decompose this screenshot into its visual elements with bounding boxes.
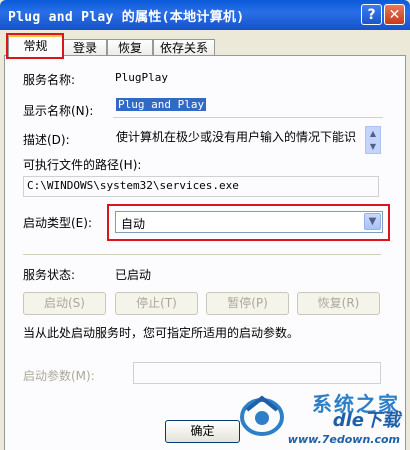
- startup-type-label: 启动类型(E):: [23, 216, 92, 230]
- close-icon: ✕: [388, 6, 401, 23]
- description-value: 使计算机在极少或没有用户输入的情况下能识: [116, 130, 357, 144]
- stop-button[interactable]: 停止(T): [115, 292, 198, 315]
- watermark: 系统之家 dle下载 www.7edown.com: [229, 388, 404, 446]
- watermark-brand2: dle下载: [332, 410, 400, 431]
- exe-path-field: C:\WINDOWS\system32\services.exe: [23, 176, 379, 197]
- start-params-hint: 当从此处启动服务时，您可指定所适用的启动参数。: [23, 326, 300, 340]
- description-field[interactable]: 使计算机在极少或没有用户输入的情况下能识: [113, 126, 363, 160]
- display-name-label: 显示名称(N):: [23, 104, 94, 118]
- close-button[interactable]: ✕: [384, 4, 405, 25]
- help-button[interactable]: ?: [361, 4, 382, 25]
- service-name-label: 服务名称:: [23, 73, 76, 87]
- pause-button[interactable]: 暂停(P): [206, 292, 289, 315]
- tab-recovery[interactable]: 恢复: [107, 39, 153, 56]
- scroll-down-icon[interactable]: ▼: [366, 140, 380, 152]
- display-name-value: Plug and Play: [116, 98, 207, 111]
- description-scrollbar[interactable]: ▲ ▼: [365, 126, 381, 154]
- tab-dependencies[interactable]: 依存关系: [153, 39, 215, 56]
- divider: [23, 254, 381, 255]
- exe-path-value: C:\WINDOWS\system32\services.exe: [27, 179, 239, 192]
- start-params-input[interactable]: [133, 362, 381, 384]
- service-status-value: 已启动: [115, 268, 152, 282]
- tab-highlight-box: [6, 33, 64, 59]
- help-icon: ?: [367, 6, 376, 23]
- startup-highlight-box: [107, 204, 390, 241]
- window-title: Plug and Play 的属性(本地计算机): [8, 10, 245, 25]
- start-params-label: 启动参数(M):: [23, 369, 95, 383]
- watermark-logo-icon: [240, 395, 284, 436]
- resume-button[interactable]: 恢复(R): [297, 292, 380, 315]
- watermark-url: www.7edown.com: [287, 433, 400, 446]
- service-status-label: 服务状态:: [23, 268, 76, 282]
- description-label: 描述(D):: [23, 133, 70, 147]
- title-bar[interactable]: Plug and Play 的属性(本地计算机) ? ✕: [0, 0, 410, 30]
- scroll-up-icon[interactable]: ▲: [366, 127, 380, 139]
- exe-path-label: 可执行文件的路径(H):: [23, 158, 142, 172]
- start-button[interactable]: 启动(S): [23, 292, 106, 315]
- tab-logon[interactable]: 登录: [63, 39, 107, 56]
- display-name-field[interactable]: Plug and Play: [113, 96, 383, 118]
- service-name-value: PlugPlay: [115, 71, 168, 84]
